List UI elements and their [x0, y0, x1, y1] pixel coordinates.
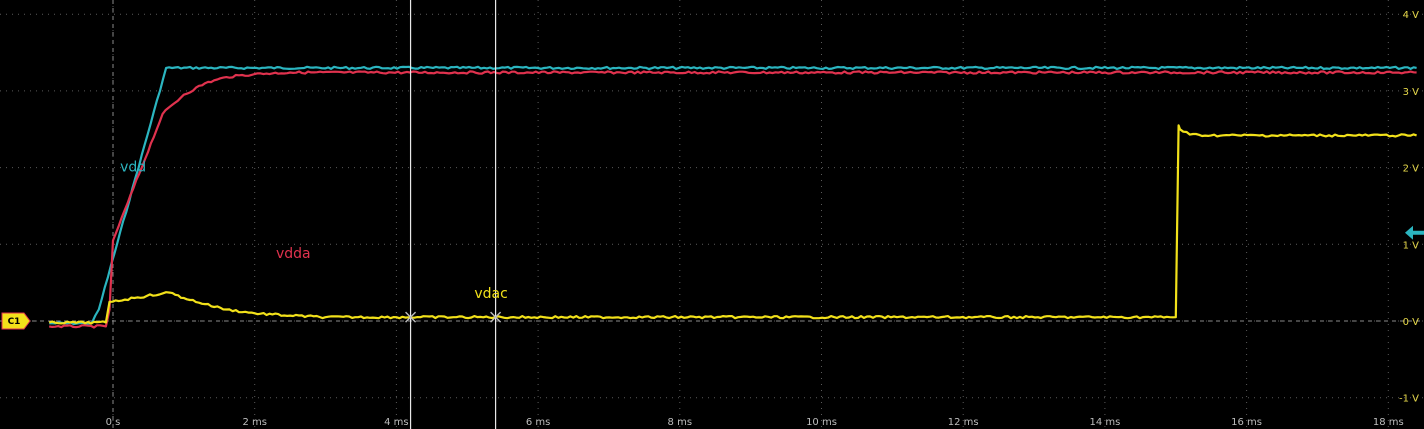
x-tick-label: 18 ms [1373, 417, 1404, 428]
x-tick-label: 16 ms [1231, 417, 1262, 428]
x-tick-label: 8 ms [668, 417, 693, 428]
y-tick-label: 1 V [1403, 240, 1420, 251]
y-tick-label: 4 V [1403, 10, 1420, 21]
x-tick-label: 2 ms [242, 417, 267, 428]
y-tick-label: -1 V [1399, 394, 1419, 405]
y-tick-label: 2 V [1403, 164, 1420, 175]
trace-label-vdd: vdd [120, 159, 146, 175]
x-tick-label: 14 ms [1089, 417, 1120, 428]
y-tick-label: 3 V [1403, 87, 1420, 98]
oscilloscope-display: vdd vdda vdac 0 s 2 ms 4 ms 6 ms 8 ms 10 ms 12 m… [0, 0, 1424, 429]
y-tick-label: 0 V [1403, 317, 1420, 328]
x-tick-label: 10 ms [806, 417, 837, 428]
x-tick-label: 4 ms [384, 417, 409, 428]
x-tick-label: 6 ms [526, 417, 551, 428]
channel-marker-label: C1 [8, 317, 21, 327]
x-tick-label: 12 ms [948, 417, 979, 428]
trace-label-vdda: vdda [276, 246, 311, 262]
trace-label-vdac: vdac [474, 286, 507, 302]
x-tick-label: 0 s [106, 417, 121, 428]
